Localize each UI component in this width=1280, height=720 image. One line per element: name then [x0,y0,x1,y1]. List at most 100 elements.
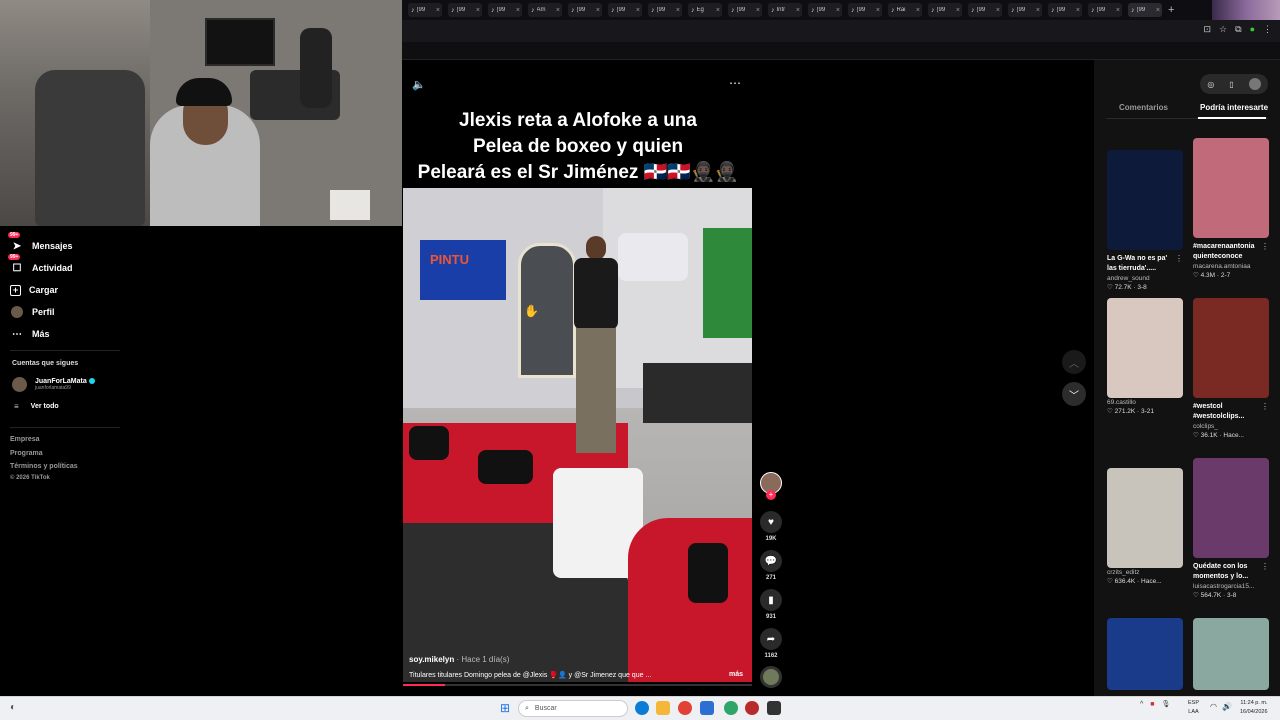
browser-tab[interactable]: ♪ (99 × [568,3,602,17]
browser-tab[interactable]: ♪ Rai × [888,3,922,17]
sidebar-item-perfil[interactable]: Perfil [10,302,55,322]
chrome-icon[interactable] [678,701,692,715]
edge-icon[interactable] [635,701,649,715]
browser-tab[interactable]: ♪ (99 × [968,3,1002,17]
browser-tab[interactable]: ♪ (99 × [808,3,842,17]
clock[interactable]: 11:24 p. m. 16/04/2026 [1240,699,1268,717]
video-progress-bar[interactable] [403,684,752,686]
browser-tab[interactable]: ♪ (99 × [608,3,642,17]
chrome-profile-icon[interactable] [724,701,738,715]
suggested-video-card[interactable]: crzits_editz ♡ 636.4K · Hace... [1107,468,1183,585]
close-icon[interactable]: × [956,7,960,14]
save-button[interactable]: ▮ 931 [760,589,782,620]
browser-tab[interactable]: ♪ (99 × [848,3,882,17]
menu-icon[interactable]: ⋮ [1263,24,1272,35]
chevron-up-icon[interactable]: ^ [1140,701,1143,708]
volume-icon[interactable]: 🔈 [412,78,426,91]
close-icon[interactable]: × [516,7,520,14]
suggested-video-card[interactable]: 69.castillo ♡ 271.2K · 3-21 [1107,298,1183,415]
widgets-icon[interactable]: ◐ [10,702,16,713]
caption-more-link[interactable]: más [729,671,743,678]
close-icon[interactable]: × [476,7,480,14]
tray-app-icon[interactable]: ■ [1150,701,1154,708]
close-icon[interactable]: × [556,7,560,14]
close-icon[interactable]: × [996,7,1000,14]
compass-icon[interactable]: ◎ [1207,80,1214,89]
store-icon[interactable] [700,701,714,715]
phone-icon[interactable]: ▯ [1229,80,1233,89]
browser-tab[interactable]: ♪ (99 × [648,3,682,17]
next-video-button[interactable]: ﹀ [1062,382,1086,406]
close-icon[interactable]: × [436,7,440,14]
close-icon[interactable]: × [916,7,920,14]
like-button[interactable]: ♥ 19K [760,511,782,542]
browser-tab[interactable]: ♪ (99 × [928,3,962,17]
more-options-icon[interactable]: ⋯ [729,76,741,90]
browser-tab[interactable]: ♪ (99 × [728,3,762,17]
app-icon[interactable] [745,701,759,715]
extension-icon[interactable]: ⧉ [1235,24,1241,35]
close-icon[interactable]: × [636,7,640,14]
close-icon[interactable]: × [876,7,880,14]
see-all-link[interactable]: ≡ Ver todo [12,402,59,411]
suggested-video-card[interactable] [1193,618,1269,690]
music-disc-icon[interactable] [760,666,782,688]
shield-icon[interactable]: ● [1250,24,1255,35]
sidebar-item-mensajes[interactable]: ➤ 99+ Mensajes [8,232,73,256]
start-icon[interactable]: ⊞ [500,701,510,715]
browser-tab[interactable]: ♪ (99 × [1048,3,1082,17]
sidebar-item-mas[interactable]: ⋯ Más [10,324,50,344]
browser-tab[interactable]: ♪ (99 × [448,3,482,17]
more-options-icon[interactable]: ⋮ [1261,242,1269,251]
browser-tab[interactable]: ♪ Am × [528,3,562,17]
footer-link[interactable]: Términos y políticas [10,463,78,470]
close-icon[interactable]: × [796,7,800,14]
browser-tab[interactable]: ♪ (99 × [1008,3,1042,17]
close-icon[interactable]: × [596,7,600,14]
volume-icon[interactable]: 🔊 [1222,702,1232,711]
suggested-video-card[interactable]: #macarenaantonia quienteconoce ⋮ macarena.… [1193,138,1269,279]
close-icon[interactable]: × [1116,7,1120,14]
tab-comentarios[interactable]: Comentarios [1119,103,1168,112]
close-icon[interactable]: × [836,7,840,14]
comment-button[interactable]: 💬 271 [760,550,782,581]
browser-tab[interactable]: ♪ (99 × [408,3,442,17]
following-account[interactable]: JuanForLaMata juanforlamata99 [12,377,95,392]
close-icon[interactable]: × [716,7,720,14]
obs-icon[interactable] [767,701,781,715]
microphone-icon[interactable]: 🎙 [1162,700,1171,708]
star-icon[interactable]: ☆ [1219,24,1227,35]
video-author[interactable]: soy.mikelyn · Hace 1 día(s) [409,655,509,664]
more-options-icon[interactable]: ⋮ [1261,562,1269,571]
taskbar-search[interactable]: ⌕ Buscar [518,700,628,717]
suggested-video-card[interactable]: Quédate con los momentos y lo... ⋮ luisaca… [1193,458,1269,599]
footer-link[interactable]: Empresa [10,436,40,443]
browser-tab[interactable]: ♪ (99 × [488,3,522,17]
suggested-video-card[interactable] [1107,618,1183,690]
browser-tab[interactable]: ♪ (99 × [1088,3,1122,17]
footer-link[interactable]: Programa [10,450,43,457]
folder-icon[interactable] [656,701,670,715]
close-icon[interactable]: × [1036,7,1040,14]
install-icon[interactable]: ⊡ [1204,24,1212,35]
wifi-icon[interactable]: ◠ [1210,702,1217,711]
follow-plus-icon[interactable]: + [766,490,776,500]
video-player[interactable]: PINTU [403,188,752,682]
browser-tab[interactable]: ♪ Eg × [688,3,722,17]
language-indicator[interactable]: ESP LAA [1188,699,1199,717]
more-options-icon[interactable]: ⋮ [1175,254,1183,263]
new-tab-button[interactable]: + [1168,4,1174,16]
close-icon[interactable]: × [756,7,760,14]
close-icon[interactable]: × [1156,7,1160,14]
browser-tab[interactable]: ♪ (99 × [1128,3,1162,17]
suggested-video-card[interactable]: La G-Wa no es pa' las tierruda'..... ⋮ and… [1107,150,1183,291]
close-icon[interactable]: × [1076,7,1080,14]
avatar[interactable] [1248,78,1261,90]
more-options-icon[interactable]: ⋮ [1261,402,1269,411]
suggested-video-card[interactable]: #westcol #westcolclips... ⋮ colclips_ ♡ 36.… [1193,298,1269,439]
tab-podria-interesarte[interactable]: Podría interesarte [1200,103,1268,112]
close-icon[interactable]: × [676,7,680,14]
sidebar-item-actividad[interactable]: ☐ 99+ Actividad [8,254,73,278]
share-button[interactable]: ➦ 1162 [760,628,782,659]
sidebar-item-cargar[interactable]: + Cargar [10,280,58,300]
